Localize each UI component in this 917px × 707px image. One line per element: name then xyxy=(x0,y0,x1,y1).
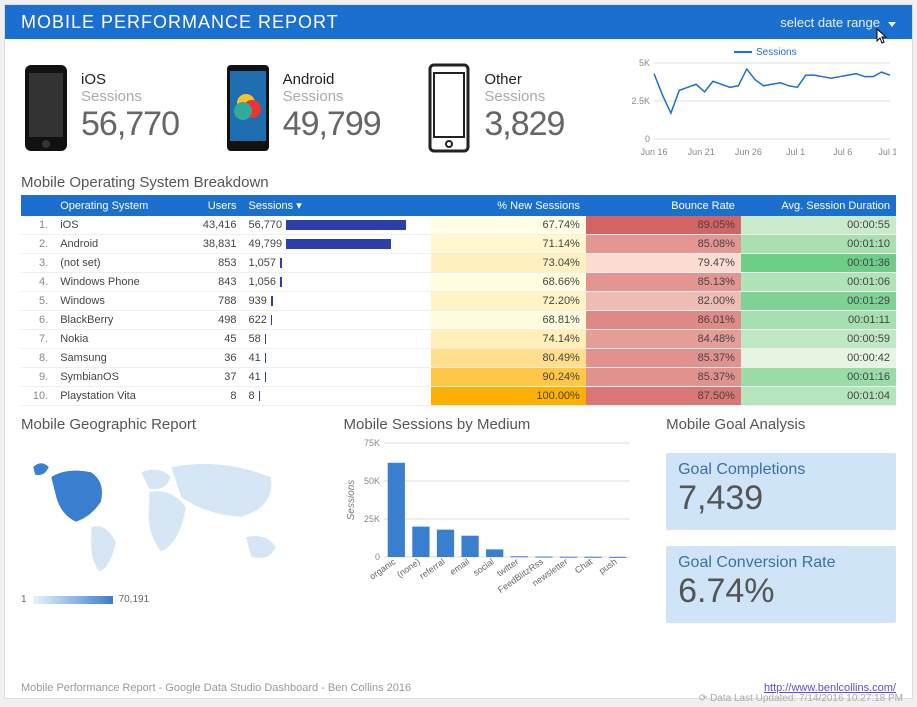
svg-text:Chat: Chat xyxy=(572,556,594,575)
stat-ios-label: Sessions xyxy=(81,88,179,105)
stat-other: Other Sessions 3,829 xyxy=(424,51,616,164)
svg-text:referral: referral xyxy=(417,556,446,581)
stat-ios-os: iOS xyxy=(81,71,179,88)
table-row[interactable]: 9.SymbianOS374190.24%85.37%00:01:16 xyxy=(21,368,896,387)
svg-text:push: push xyxy=(597,556,619,575)
goal-completions-label: Goal Completions xyxy=(678,461,884,479)
svg-text:25K: 25K xyxy=(364,514,380,524)
os-table-title: Mobile Operating System Breakdown xyxy=(5,168,912,195)
th-new[interactable]: % New Sessions xyxy=(431,195,586,216)
svg-text:2.5K: 2.5K xyxy=(632,96,651,106)
svg-text:5K: 5K xyxy=(639,58,650,68)
report-frame: MOBILE PERFORMANCE REPORT select date ra… xyxy=(4,4,913,699)
svg-text:(none): (none) xyxy=(395,556,422,579)
stat-android-label: Sessions xyxy=(283,88,381,105)
report-title: MOBILE PERFORMANCE REPORT xyxy=(21,12,339,33)
stat-other-os: Other xyxy=(484,71,564,88)
goal-conversion-card: Goal Conversion Rate 6.74% xyxy=(666,546,896,623)
os-breakdown-table: Operating System Users Sessions ▾ % New … xyxy=(21,195,896,406)
th-os[interactable]: Operating System xyxy=(54,195,187,216)
svg-text:email: email xyxy=(447,556,470,577)
goal-completions-value: 7,439 xyxy=(678,479,884,518)
date-range-selector[interactable]: select date range xyxy=(780,15,896,30)
geo-map[interactable] xyxy=(21,437,301,587)
th-sessions[interactable]: Sessions ▾ xyxy=(243,195,431,216)
svg-text:social: social xyxy=(471,556,496,577)
table-row[interactable]: 2.Android38,83149,79971.14%85.08%00:01:1… xyxy=(21,235,896,254)
svg-text:Jul 1: Jul 1 xyxy=(786,147,805,157)
geo-title: Mobile Geographic Report xyxy=(21,410,328,437)
svg-text:Jul 11: Jul 11 xyxy=(878,147,896,157)
table-row[interactable]: 7.Nokia455874.14%84.48%00:00:59 xyxy=(21,330,896,349)
table-row[interactable]: 1.iOS43,41656,77067.74%89.05%00:00:55 xyxy=(21,216,896,235)
stat-android-os: Android xyxy=(283,71,381,88)
th-users[interactable]: Users xyxy=(187,195,242,216)
stat-android: Android Sessions 49,799 xyxy=(223,51,415,164)
svg-text:Jul 6: Jul 6 xyxy=(833,147,852,157)
svg-text:Jun 21: Jun 21 xyxy=(688,147,715,157)
sessions-sparkline[interactable]: Sessions 02.5K5KJun 16Jun 21Jun 26Jul 1J… xyxy=(626,51,896,164)
svg-text:Sessions: Sessions xyxy=(346,480,357,521)
svg-text:75K: 75K xyxy=(364,438,380,448)
th-bounce[interactable]: Bounce Rate xyxy=(586,195,741,216)
goals-title: Mobile Goal Analysis xyxy=(666,410,896,437)
svg-text:50K: 50K xyxy=(364,476,380,486)
sessions-by-medium-chart[interactable]: 0 25K 50K 75K organic(none)referralemailsoci… xyxy=(344,437,651,607)
table-row[interactable]: 3.(not set)8531,05773.04%79.47%00:01:36 xyxy=(21,254,896,273)
title-bar: MOBILE PERFORMANCE REPORT select date ra… xyxy=(5,5,912,39)
map-gradient xyxy=(33,596,113,604)
map-legend-min: 1 xyxy=(21,594,27,605)
stat-other-label: Sessions xyxy=(484,88,564,105)
iphone-icon xyxy=(21,63,71,153)
svg-text:Jun 26: Jun 26 xyxy=(735,147,762,157)
stat-ios-value: 56,770 xyxy=(81,105,179,144)
stat-android-value: 49,799 xyxy=(283,105,381,144)
generic-phone-icon xyxy=(424,63,474,153)
table-row[interactable]: 8.Samsung364180.49%85.37%00:00:42 xyxy=(21,349,896,368)
table-row[interactable]: 10.Playstation Vita88100.00%87.50%00:01:… xyxy=(21,387,896,406)
stat-ios: iOS Sessions 56,770 xyxy=(21,51,213,164)
spark-legend: Sessions xyxy=(734,47,797,58)
bars-title: Mobile Sessions by Medium xyxy=(344,410,651,437)
goal-completions-card: Goal Completions 7,439 xyxy=(666,453,896,530)
svg-text:organic: organic xyxy=(367,556,397,581)
footer-text: Mobile Performance Report - Google Data … xyxy=(21,682,411,694)
table-row[interactable]: 5.Windows78893972.20%82.00%00:01:29 xyxy=(21,292,896,311)
table-row[interactable]: 4.Windows Phone8431,05668.66%85.13%00:01… xyxy=(21,273,896,292)
map-legend-max: 70,191 xyxy=(119,594,150,605)
stat-other-value: 3,829 xyxy=(484,105,564,144)
goal-conversion-value: 6.74% xyxy=(678,572,884,611)
th-dur[interactable]: Avg. Session Duration xyxy=(741,195,896,216)
last-updated: ⟳ Data Last Updated: 7/14/2016 10:27:18 … xyxy=(699,693,903,704)
goal-conversion-label: Goal Conversion Rate xyxy=(678,554,884,572)
svg-text:0: 0 xyxy=(645,134,650,144)
th-idx[interactable] xyxy=(21,195,54,216)
svg-text:Jun 16: Jun 16 xyxy=(641,147,668,157)
table-row[interactable]: 6.BlackBerry49862268.81%86.01%00:01:11 xyxy=(21,311,896,330)
android-phone-icon xyxy=(223,63,273,153)
svg-text:0: 0 xyxy=(375,552,380,562)
map-legend: 1 70,191 xyxy=(21,594,328,605)
